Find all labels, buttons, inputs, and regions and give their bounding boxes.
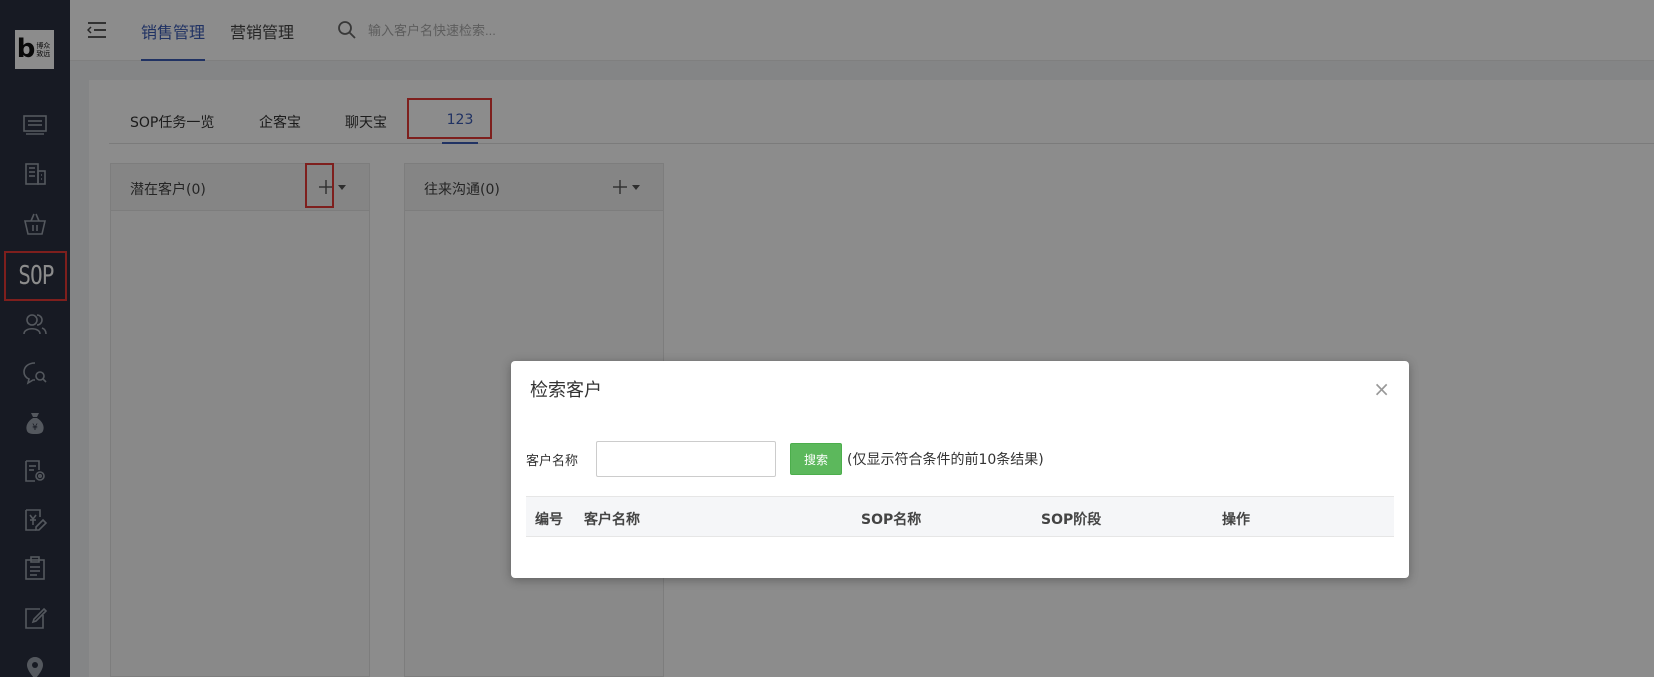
close-icon[interactable]: × xyxy=(1373,379,1390,399)
col-customer-name: 客户名称 xyxy=(584,512,640,528)
dialog-title: 检索客户 xyxy=(530,380,602,401)
search-button[interactable]: 搜索 xyxy=(790,443,842,475)
col-number: 编号 xyxy=(535,512,563,528)
col-sop-name: SOP名称 xyxy=(861,512,922,528)
search-hint: (仅显示符合条件的前10条结果) xyxy=(847,452,1044,468)
app: b 博众致远 SOP ¥ 销售管理 营销管理 输入客户名快速检索... SOP任… xyxy=(0,0,1654,677)
col-sop-stage: SOP阶段 xyxy=(1041,512,1102,528)
col-actions: 操作 xyxy=(1222,512,1250,528)
customer-name-input[interactable] xyxy=(596,441,776,477)
customer-name-label: 客户名称 xyxy=(526,454,579,469)
search-customer-dialog: 检索客户 × 客户名称 搜索 (仅显示符合条件的前10条结果) 编号 客户名称 … xyxy=(511,361,1409,578)
results-table-header: 编号 客户名称 SOP名称 SOP阶段 操作 xyxy=(526,496,1394,537)
